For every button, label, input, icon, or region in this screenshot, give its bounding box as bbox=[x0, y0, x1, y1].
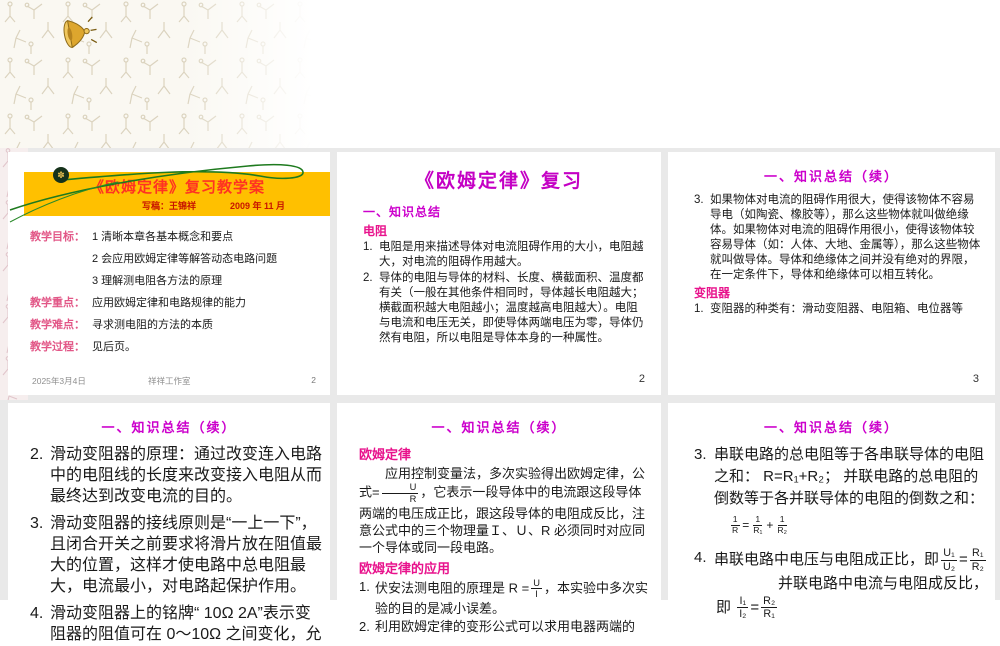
topic-heading: 欧姆定律 bbox=[359, 447, 412, 462]
outline-row: 教学目标： 1 清晰本章各基本概念和要点 2 会应用欧姆定律等解答动态电路问题 … bbox=[30, 226, 322, 292]
footer-page-number: 2 bbox=[311, 375, 316, 385]
slide-2-thumbnail: 《欧姆定律》复习 一、知识总结 电阻 1. 电阻是用来描述导体对电流阻碍作用的大… bbox=[337, 152, 661, 395]
item-number: 1. bbox=[363, 241, 373, 253]
item-number: 3. bbox=[30, 515, 44, 532]
fraction-u-over-r: UR bbox=[381, 482, 419, 505]
slide-title: 一、知识总结（续） bbox=[763, 420, 899, 435]
outline-line: 应用欧姆定律和电路规律的能力 bbox=[92, 297, 246, 309]
list-item: 1. 电阻是用来描述导体对电流阻碍作用的大小，电阻越大，对电流的阻碍作用越大。 bbox=[363, 240, 649, 270]
slide-3-thumbnail: 一、知识总结（续） 3. 如果物体对电流的阻碍作用很大，使得该物体不容易导电（如… bbox=[668, 152, 995, 395]
outline-line: 1 清晰本章各基本概念和要点 bbox=[92, 231, 234, 243]
section-heading: 一、知识总结 bbox=[363, 205, 442, 219]
pattern-fade-overlay bbox=[0, 0, 332, 148]
voltage-ratio-fraction: U₁ U₂ bbox=[941, 547, 957, 573]
title-banner: 《欧姆定律》复习教学案 写稿：王锦祥 2009 年 11 月 bbox=[24, 172, 330, 216]
outline-label: 教学目标： bbox=[30, 231, 85, 243]
item-text: 串联电路中电压与电阻成正比，即 U₁ U₂ = R₁ R₂ 并联电路中电流与电阻成反比， … bbox=[714, 547, 989, 621]
parallel-resistance-formula: 1 R = 1 R₁ +1 R₂ bbox=[730, 514, 787, 536]
current-ratio-fraction: I₁ I₂ bbox=[737, 595, 749, 621]
slide-title: 《欧姆定律》复习 bbox=[414, 171, 583, 192]
topic-heading: 变阻器 bbox=[694, 286, 731, 300]
slide-title: 一、知识总结（续） bbox=[763, 169, 899, 184]
slide-title: 一、知识总结（续） bbox=[101, 420, 237, 435]
author-byline: 写稿：王锦祥 bbox=[142, 201, 197, 211]
resistance-ratio-fraction: R₁ R₂ bbox=[970, 547, 986, 573]
list-item: 4. 滑动变阻器上的铭牌“ 10Ω 2A”表示变阻器的阻值可在 0～10Ω 之间… bbox=[30, 603, 322, 645]
item-number: 4. bbox=[694, 549, 707, 567]
medallion-ornament-icon: ✽ bbox=[53, 167, 69, 183]
speaker-horn-icon[interactable] bbox=[58, 12, 98, 58]
item-text: 伏安法测电阻的原理是 R = U I ，本实验中多次实验的目的是减小误差。 bbox=[375, 577, 648, 617]
item-number: 4. bbox=[30, 605, 44, 622]
list-item: 3. 滑动变阻器的接线原则是“一上一下”，且闭合开关之前要求将滑片放在阻值最大的… bbox=[30, 513, 322, 597]
footer-date: 2025年3月4日 bbox=[32, 376, 86, 386]
slide-title: 一、知识总结（续） bbox=[431, 420, 567, 435]
outline-label: 教学重点： bbox=[30, 297, 85, 309]
footer-studio: 祥祥工作室 bbox=[148, 376, 191, 386]
outline-row: 教学重点： 应用欧姆定律和电路规律的能力 bbox=[30, 292, 322, 314]
list-item: 3. 串联电路的总电阻等于各串联导体的电阻之和： R=R₁+R₂； 并联电路的总… bbox=[694, 444, 989, 546]
list-item: 2. 利用欧姆定律的变形公式可以求用电器两端的 bbox=[359, 618, 653, 635]
outline-line: 见后页。 bbox=[92, 341, 136, 353]
item-text: 滑动变阻器的原理：通过改变连入电路中的电阻线的长度来改变接入电阻从而最终达到改变… bbox=[50, 446, 323, 505]
item-text: 如果物体对电流的阻碍作用很大，使得该物体不容易导电（如陶瓷、橡胶等），那么这些物… bbox=[710, 194, 981, 281]
outline-line: 3 理解测电阻各方法的原理 bbox=[92, 275, 223, 287]
ohms-law-paragraph: 应用控制变量法，多次实验得出欧姆定律，公式= U R ，它表示一段导体中的电流跟这段导… bbox=[359, 465, 651, 556]
slide-4-thumbnail: 一、知识总结（续） 2. 滑动变阻器的原理：通过改变连入电路中的电阻线的长度来改… bbox=[8, 403, 330, 646]
outline-label: 教学过程： bbox=[30, 341, 85, 353]
item-text-continued: 并联电路中电流与电阻成反比， bbox=[778, 575, 989, 593]
outline-line: 寻求测电阻的方法的本质 bbox=[92, 319, 213, 331]
item-number: 1. bbox=[694, 303, 704, 315]
item-text: 串联电路的总电阻等于各串联导体的电阻之和： R=R₁+R₂； 并联电路的总电阻的… bbox=[714, 444, 989, 546]
doodle-pattern-background bbox=[0, 0, 332, 148]
outline-row: 教学难点： 寻求测电阻的方法的本质 bbox=[30, 314, 322, 336]
item-text: 滑动变阻器的接线原则是“一上一下”，且闭合开关之前要求将滑片放在阻值最大的位置，… bbox=[50, 515, 323, 595]
presentation-handout-page: { "decor": { "speaker_icon": "speaker-ho… bbox=[0, 0, 1000, 646]
item-number: 2. bbox=[30, 446, 44, 463]
item-number: 1. bbox=[359, 578, 370, 594]
list-item: 2. 滑动变阻器的原理：通过改变连入电路中的电阻线的长度来改变接入电阻从而最终达… bbox=[30, 444, 322, 507]
outline-label: 教学难点： bbox=[30, 319, 85, 331]
item-text: 滑动变阻器上的铭牌“ 10Ω 2A”表示变阻器的阻值可在 0～10Ω 之间变化，… bbox=[50, 605, 322, 643]
topic-heading: 欧姆定律的应用 bbox=[359, 560, 451, 576]
item-number: 3. bbox=[694, 194, 704, 206]
item-number: 3. bbox=[694, 446, 707, 463]
slide-page-number: 3 bbox=[972, 373, 979, 385]
item-text: 变阻器的种类有：滑动变阻器、电阻箱、电位器等 bbox=[710, 303, 963, 315]
slide-5-thumbnail: 一、知识总结（续） 欧姆定律 应用控制变量法，多次实验得出欧姆定律，公式= U R，… bbox=[337, 403, 661, 646]
item-text: 导体的电阻与导体的材料、长度、横截面积、温度都有关（一般在其他条件相同时，导体越… bbox=[379, 272, 644, 344]
top-decor-band bbox=[0, 0, 1000, 148]
item-text: 电阻是用来描述导体对电流阻碍作用的大小，电阻越大，对电流的阻碍作用越大。 bbox=[379, 241, 644, 268]
presentation-title: 《欧姆定律》复习教学案 bbox=[88, 179, 265, 196]
lesson-plan-outline: 教学目标： 1 清晰本章各基本概念和要点 2 会应用欧姆定律等解答动态电路问题 … bbox=[30, 226, 322, 358]
list-item: 2. 导体的电阻与导体的材料、长度、横截面积、温度都有关（一般在其他条件相同时，… bbox=[363, 271, 649, 346]
outline-line: 2 会应用欧姆定律等解答动态电路问题 bbox=[92, 253, 278, 265]
resistance-ratio-fraction-2: R₂ R₁ bbox=[761, 595, 778, 621]
slide-6-thumbnail: 一、知识总结（续） 3. 串联电路的总电阻等于各串联导体的电阻之和： R=R₁+… bbox=[668, 403, 995, 646]
topic-heading: 电阻 bbox=[363, 224, 388, 238]
list-item: 3. 如果物体对电流的阻碍作用很大，使得该物体不容易导电（如陶瓷、橡胶等），那么… bbox=[694, 193, 983, 283]
item-number: 2. bbox=[363, 272, 373, 284]
item-number: 2. bbox=[359, 619, 370, 634]
item-text: 利用欧姆定律的变形公式可以求用电器两端的 bbox=[375, 619, 636, 634]
byline-date: 2009 年 11 月 bbox=[230, 201, 286, 211]
list-item: 1. 伏安法测电阻的原理是 R = U I ，本实验中多次实验的目的是减小误差。 bbox=[359, 578, 653, 618]
slide-footer: 2025年3月4日 祥祥工作室 2 bbox=[8, 375, 330, 389]
list-item: 1. 变阻器的种类有：滑动变阻器、电阻箱、电位器等 bbox=[694, 302, 983, 317]
slide-1-thumbnail: 《欧姆定律》复习教学案 写稿：王锦祥 2009 年 11 月 ✽ 教学目标： 1… bbox=[8, 152, 330, 395]
list-item: 4. 串联电路中电压与电阻成正比，即 U₁ U₂ = R₁ R₂ 并联电路中电流与电阻成反… bbox=[694, 547, 989, 621]
slide-page-number: 2 bbox=[638, 373, 645, 385]
current-ratio-line: 即 I₁ I₂ = R₂ R₁ bbox=[716, 595, 778, 621]
outline-row: 教学过程： 见后页。 bbox=[30, 336, 322, 358]
fraction-u-over-i: UI bbox=[531, 577, 542, 600]
